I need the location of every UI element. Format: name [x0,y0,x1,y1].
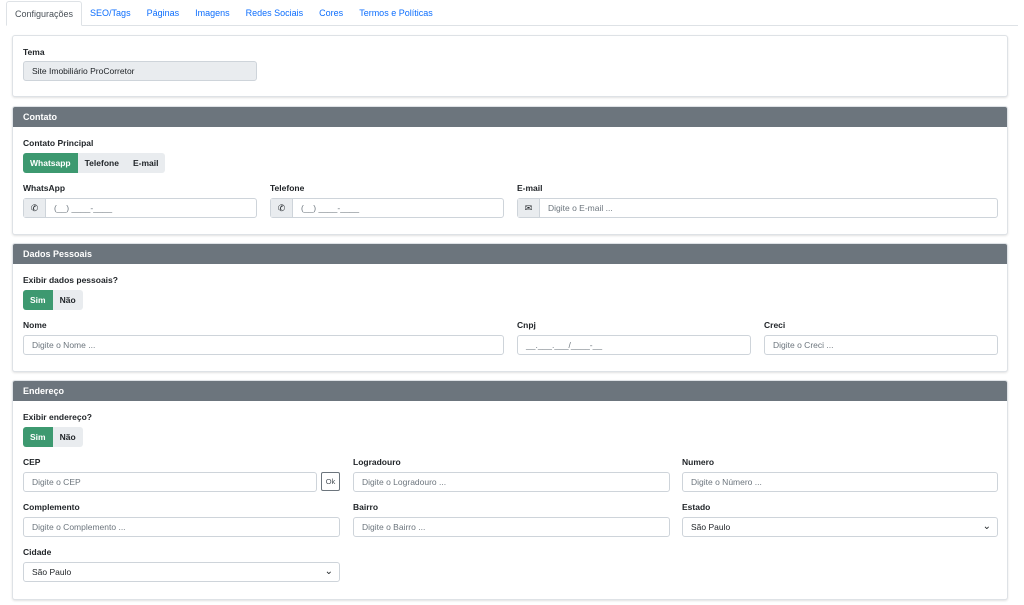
contato-header: Contato [13,107,1007,127]
email-label: E-mail [517,183,543,193]
contato-principal-label: Contato Principal [23,138,94,148]
contato-card: Contato Contato Principal Whatsapp Telef… [12,106,1008,235]
telefone-option-button[interactable]: Telefone [77,153,126,173]
complemento-input[interactable]: Digite o Complemento ... [23,517,340,537]
cidade-select[interactable]: São Paulo ⌄ [23,562,340,582]
email-option-button[interactable]: E-mail [125,153,166,173]
estado-select[interactable]: São Paulo ⌄ [682,517,998,537]
cep-input[interactable]: Digite o CEP [23,472,317,492]
exibir-dados-label: Exibir dados pessoais? [23,275,118,285]
tab-bar: Configurações SEO/Tags Páginas Imagens R… [6,0,1018,26]
complemento-label: Complemento [23,502,80,512]
whatsapp-input-text: (__) ____-____ [54,203,113,213]
creci-input[interactable]: Digite o Creci ... [764,335,998,355]
whatsapp-input[interactable]: ✆ (__) ____-____ [23,198,257,218]
cidade-select-value: São Paulo [32,567,72,577]
email-input[interactable]: ✉ Digite o E-mail ... [517,198,998,218]
cep-ok-button[interactable]: Ok [321,472,340,491]
tab-cores[interactable]: Cores [311,1,351,25]
logradouro-input[interactable]: Digite o Logradouro ... [353,472,670,492]
endereco-header: Endereço [13,381,1007,401]
email-input-text: Digite o E-mail ... [548,203,613,213]
phone-icon: ✆ [24,199,46,217]
dados-nao-button[interactable]: Não [52,290,83,310]
tab-termos-politicas[interactable]: Termos e Políticas [351,1,441,25]
endereco-sim-button[interactable]: Sim [23,427,53,447]
telefone-input-text: (__) ____-____ [301,203,360,213]
chevron-down-icon: ⌄ [982,521,991,532]
contato-principal-toggle: Whatsapp Telefone E-mail [23,153,166,173]
chevron-down-icon: ⌄ [324,566,333,577]
nome-input[interactable]: Digite o Nome ... [23,335,504,355]
estado-select-value: São Paulo [691,522,731,532]
cep-label: CEP [23,457,41,467]
estado-label: Estado [682,502,711,512]
bairro-input[interactable]: Digite o Bairro ... [353,517,670,537]
logradouro-label: Logradouro [353,457,401,467]
exibir-endereco-toggle: Sim Não [23,427,83,447]
phone-icon: ✆ [271,199,293,217]
tema-field[interactable]: Site Imobiliário ProCorretor [23,61,257,81]
envelope-icon: ✉ [518,199,540,217]
cidade-label: Cidade [23,547,52,557]
endereco-card: Endereço Exibir endereço? Sim Não CEP Di… [12,380,1008,600]
bairro-label: Bairro [353,502,379,512]
dados-sim-button[interactable]: Sim [23,290,53,310]
cnpj-label: Cnpj [517,320,536,330]
tab-redes-sociais[interactable]: Redes Sociais [238,1,312,25]
dados-pessoais-card: Dados Pessoais Exibir dados pessoais? Si… [12,243,1008,372]
tab-imagens[interactable]: Imagens [187,1,238,25]
tab-paginas[interactable]: Páginas [139,1,188,25]
whatsapp-option-button[interactable]: Whatsapp [23,153,78,173]
tema-label: Tema [23,47,45,57]
creci-label: Creci [764,320,786,330]
cnpj-input[interactable]: __.___.___/____-__ [517,335,751,355]
dados-pessoais-header: Dados Pessoais [13,244,1007,264]
exibir-endereco-label: Exibir endereço? [23,412,92,422]
telefone-label: Telefone [270,183,305,193]
tab-seo-tags[interactable]: SEO/Tags [82,1,139,25]
numero-label: Numero [682,457,715,467]
tab-configuracoes[interactable]: Configurações [6,1,83,26]
exibir-dados-toggle: Sim Não [23,290,83,310]
numero-input[interactable]: Digite o Número ... [682,472,998,492]
whatsapp-label: WhatsApp [23,183,66,193]
endereco-nao-button[interactable]: Não [52,427,83,447]
telefone-input[interactable]: ✆ (__) ____-____ [270,198,504,218]
nome-label: Nome [23,320,47,330]
tema-card: Tema Site Imobiliário ProCorretor [12,35,1008,97]
